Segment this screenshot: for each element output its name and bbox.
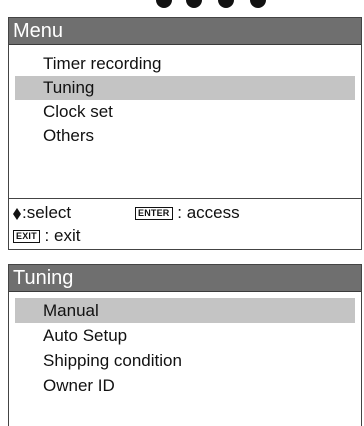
menu-item-timer-recording[interactable]: Timer recording	[15, 52, 355, 76]
menu-item-tuning[interactable]: Tuning	[15, 76, 355, 100]
help-row-select-access: :select ENTER : access	[13, 202, 357, 224]
select-hint: :select	[22, 203, 72, 222]
tuning-panel-title: Tuning	[9, 265, 361, 292]
access-hint-group: ENTER : access	[135, 202, 240, 224]
tuning-item-owner-id[interactable]: Owner ID	[15, 373, 355, 398]
tuning-list: Manual Auto Setup Shipping condition Own…	[15, 298, 355, 398]
tuning-item-shipping-condition[interactable]: Shipping condition	[15, 348, 355, 373]
exit-hint: : exit	[44, 226, 81, 245]
up-down-diamond-icon	[13, 207, 21, 220]
screen: Menu Timer recording Tuning Clock set Ot…	[0, 0, 364, 426]
menu-panel-title: Menu	[9, 18, 361, 45]
tuning-panel: Tuning Manual Auto Setup Shipping condit…	[8, 264, 362, 426]
cropped-top-graphic	[150, 0, 280, 12]
menu-item-others[interactable]: Others	[15, 124, 355, 148]
help-row-exit: EXIT : exit	[13, 225, 357, 247]
menu-panel: Menu Timer recording Tuning Clock set Ot…	[8, 17, 362, 250]
exit-key-icon: EXIT	[13, 230, 40, 244]
access-hint: : access	[177, 203, 240, 222]
menu-list: Timer recording Tuning Clock set Others	[15, 52, 355, 148]
help-divider	[9, 198, 361, 199]
tuning-item-auto-setup[interactable]: Auto Setup	[15, 323, 355, 348]
tuning-item-manual[interactable]: Manual	[15, 298, 355, 323]
enter-key-icon: ENTER	[135, 207, 173, 221]
menu-item-clock-set[interactable]: Clock set	[15, 100, 355, 124]
